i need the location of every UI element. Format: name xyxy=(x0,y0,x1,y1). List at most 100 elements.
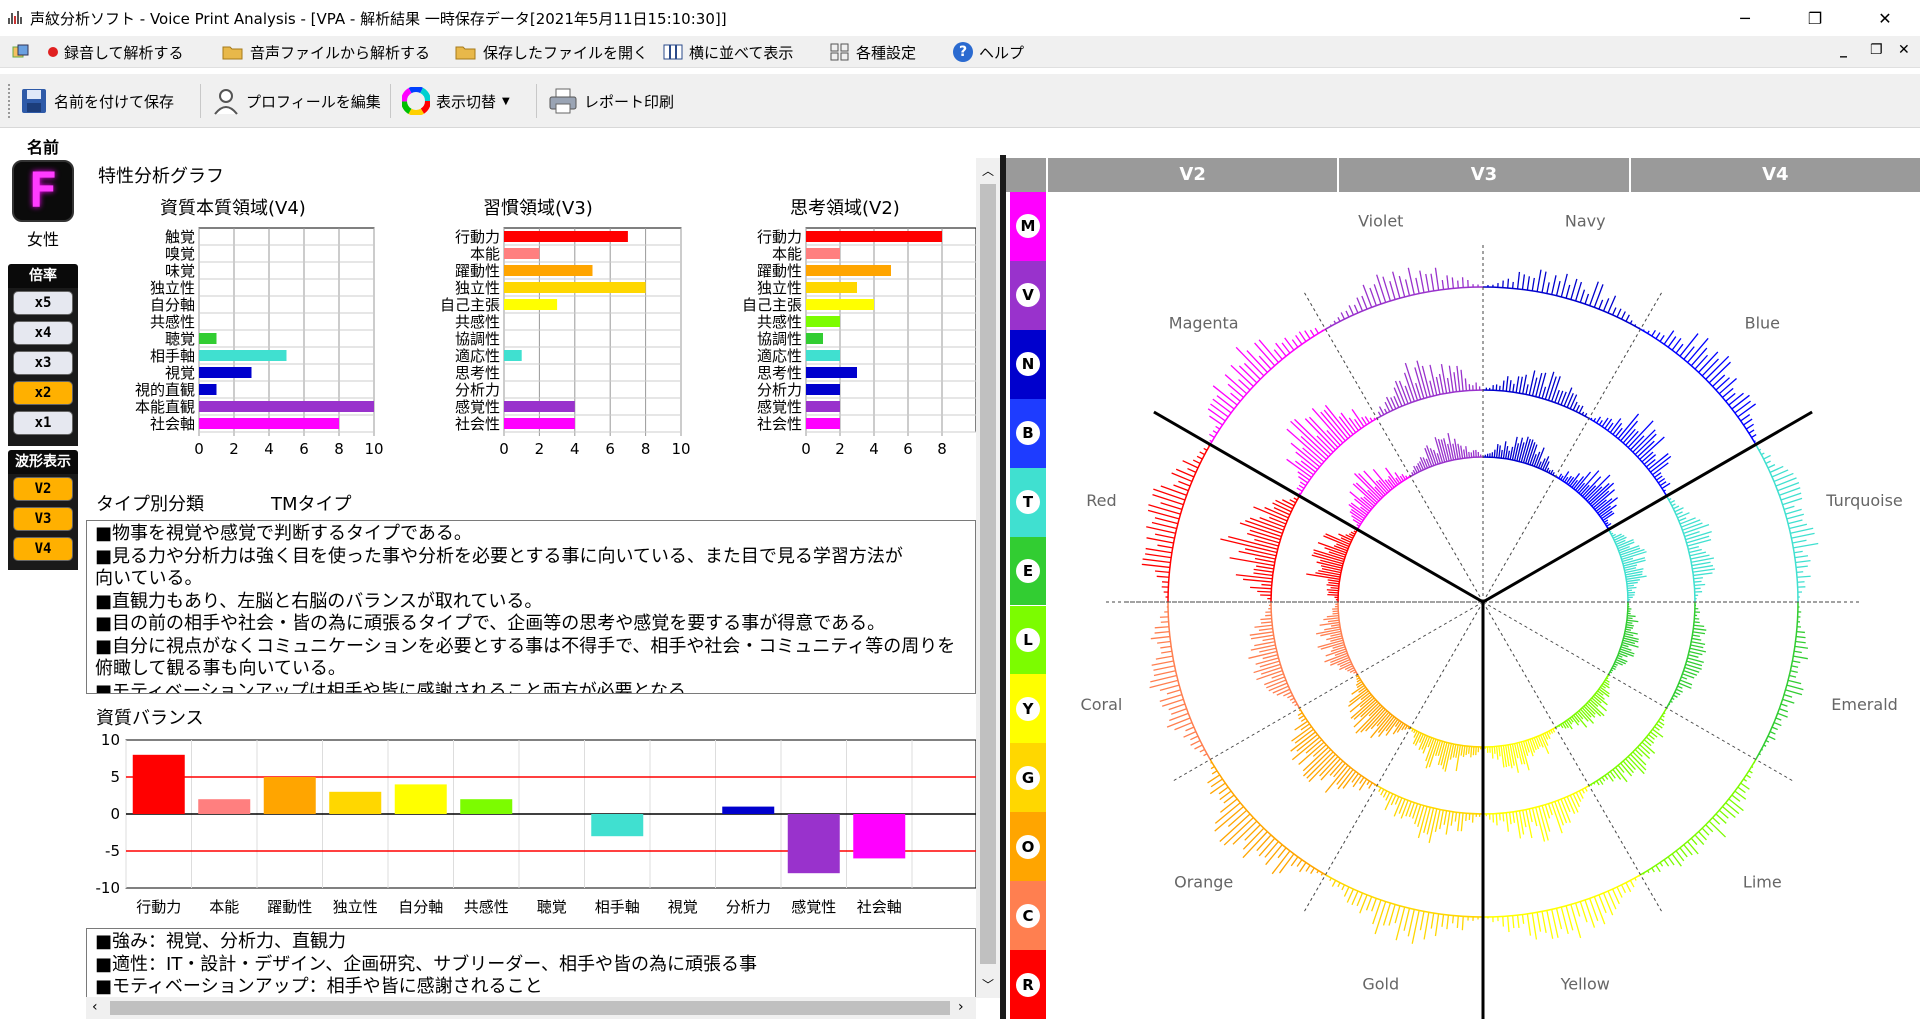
color-letter: M xyxy=(1016,214,1040,239)
wave-v4-button[interactable]: V4 xyxy=(13,537,73,561)
horizontal-scrollbar[interactable]: ‹ › xyxy=(86,997,976,1019)
mdi-close-button[interactable]: ✕ xyxy=(1898,42,1910,58)
tick-label: 8 xyxy=(937,440,947,458)
wave-spike xyxy=(1309,329,1315,337)
wave-spike xyxy=(1230,392,1241,402)
header-v3: V3 xyxy=(1337,158,1629,192)
wave-spike xyxy=(1536,269,1542,292)
wave-spike xyxy=(1147,509,1180,520)
wave-spike xyxy=(1794,550,1803,554)
wave-spike xyxy=(1789,674,1797,678)
wave-spike xyxy=(1511,915,1515,929)
wave-v3-button[interactable]: V3 xyxy=(13,507,73,531)
scroll-left-icon[interactable]: ‹ xyxy=(92,999,98,1015)
rate-x1-button[interactable]: x1 xyxy=(13,411,73,435)
ring-arc xyxy=(1640,328,1757,445)
wave-spike xyxy=(1160,485,1187,496)
color-strip-l[interactable]: L xyxy=(1010,605,1046,675)
wave-spike xyxy=(1257,590,1272,593)
print-report-button[interactable]: レポート印刷 xyxy=(548,86,674,116)
wave-spike xyxy=(1369,287,1377,306)
wave-spike xyxy=(1731,794,1741,802)
tick-label: 2 xyxy=(229,440,239,458)
wave-spike xyxy=(1358,778,1368,791)
scroll-right-icon[interactable]: › xyxy=(958,999,964,1015)
category-label: 思考性 xyxy=(455,364,500,382)
color-strip-n[interactable]: N xyxy=(1010,329,1046,399)
color-strip-y[interactable]: Y xyxy=(1010,674,1046,744)
wave-spike xyxy=(1505,376,1509,392)
color-strip-b[interactable]: B xyxy=(1010,398,1046,468)
wave-spike xyxy=(1457,443,1461,459)
wave-spike xyxy=(1151,660,1174,666)
bar xyxy=(806,282,857,293)
restore-button[interactable]: ❐ xyxy=(1786,0,1844,36)
mdi-minimize-button[interactable]: _ xyxy=(1840,42,1847,58)
scroll-up-icon[interactable]: ︿ xyxy=(982,162,994,179)
wave-spike xyxy=(1153,665,1175,671)
wave-spike xyxy=(1435,740,1441,757)
menu-side-by-side[interactable]: 横に並べて表示 xyxy=(663,40,793,64)
rate-x2-button[interactable]: x2 xyxy=(13,381,73,405)
wave-spike xyxy=(1254,538,1279,547)
wave-v2-button[interactable]: V2 xyxy=(13,477,73,501)
avatar[interactable]: F xyxy=(12,160,74,222)
wave-spike xyxy=(1507,278,1510,289)
rate-x3-button[interactable]: x3 xyxy=(13,351,73,375)
wave-spike xyxy=(1508,812,1512,825)
color-strip-g[interactable]: G xyxy=(1010,743,1046,813)
type-description-textbox[interactable]: ■物事を視覚や感覚で判断するタイプである。 ■見る力や分析力は強く目を使った事や分… xyxy=(86,520,976,694)
wave-spike xyxy=(1273,349,1283,360)
color-strip-e[interactable]: E xyxy=(1010,536,1046,606)
scroll-down-icon[interactable]: ﹀ xyxy=(982,976,994,993)
category-label: 独立性 xyxy=(333,898,378,916)
menu-settings[interactable]: 各種設定 xyxy=(830,40,916,64)
wave-spike xyxy=(1214,806,1244,832)
close-button[interactable]: ✕ xyxy=(1856,0,1914,36)
wave-spike xyxy=(1168,703,1186,711)
mdi-doc-icon[interactable] xyxy=(12,44,30,60)
save-as-button[interactable]: 名前を付けて保存 xyxy=(20,86,174,116)
color-strip-c[interactable]: C xyxy=(1010,881,1046,951)
panel-splitter[interactable] xyxy=(1000,155,1006,1019)
wave-spike xyxy=(1620,311,1626,320)
wave-spike xyxy=(1235,346,1265,377)
color-strip-o[interactable]: O xyxy=(1010,812,1046,882)
color-strip-r[interactable]: R xyxy=(1010,950,1046,1019)
color-strip-t[interactable]: T xyxy=(1010,467,1046,537)
menu-analyze-file[interactable]: 音声ファイルから解析する xyxy=(222,40,430,64)
wave-spike xyxy=(1626,579,1640,583)
horizontal-scroll-thumb[interactable] xyxy=(110,1001,950,1015)
minimize-button[interactable]: ─ xyxy=(1716,0,1774,36)
wave-spike xyxy=(1253,568,1274,573)
color-letter: Y xyxy=(1016,696,1040,721)
print-report-label: レポート印刷 xyxy=(584,92,675,111)
wave-spike xyxy=(1302,746,1329,772)
mdi-restore-button[interactable]: ❐ xyxy=(1870,42,1883,58)
rate-x4-button[interactable]: x4 xyxy=(13,321,73,345)
wave-spike xyxy=(1643,454,1657,465)
wave-spike xyxy=(1453,372,1458,392)
wave-spike xyxy=(1737,403,1756,418)
wave-spike xyxy=(1682,522,1703,531)
menu-record-analyze[interactable]: 録音して解析する xyxy=(48,40,184,64)
wave-header-bar: V2 V3 V4 xyxy=(1046,158,1920,192)
sector-label: Orange xyxy=(1174,872,1233,891)
wave-spike xyxy=(1495,813,1498,826)
wave-spike xyxy=(1159,684,1180,692)
vertical-scrollbar[interactable]: ︿ ﹀ xyxy=(976,158,1000,998)
wave-spike xyxy=(1796,571,1804,574)
menu-help[interactable]: ? ヘルプ xyxy=(953,40,1024,64)
edit-profile-button[interactable]: プロフィールを編集 xyxy=(212,86,381,116)
header-v4: V4 xyxy=(1628,158,1920,192)
menu-open-saved[interactable]: 保存したファイルを開く xyxy=(455,40,648,64)
display-toggle-button[interactable]: 表示切替 ▼ xyxy=(402,86,510,116)
wave-spike xyxy=(1365,896,1373,911)
vertical-scroll-thumb[interactable] xyxy=(980,184,996,964)
color-strip-m[interactable]: M xyxy=(1010,192,1046,261)
category-label: 行動力 xyxy=(455,228,500,246)
color-strip-v[interactable]: V xyxy=(1010,260,1046,330)
rate-x5-button[interactable]: x5 xyxy=(13,291,73,315)
printer-icon xyxy=(549,88,577,114)
wave-spike xyxy=(1465,813,1468,822)
